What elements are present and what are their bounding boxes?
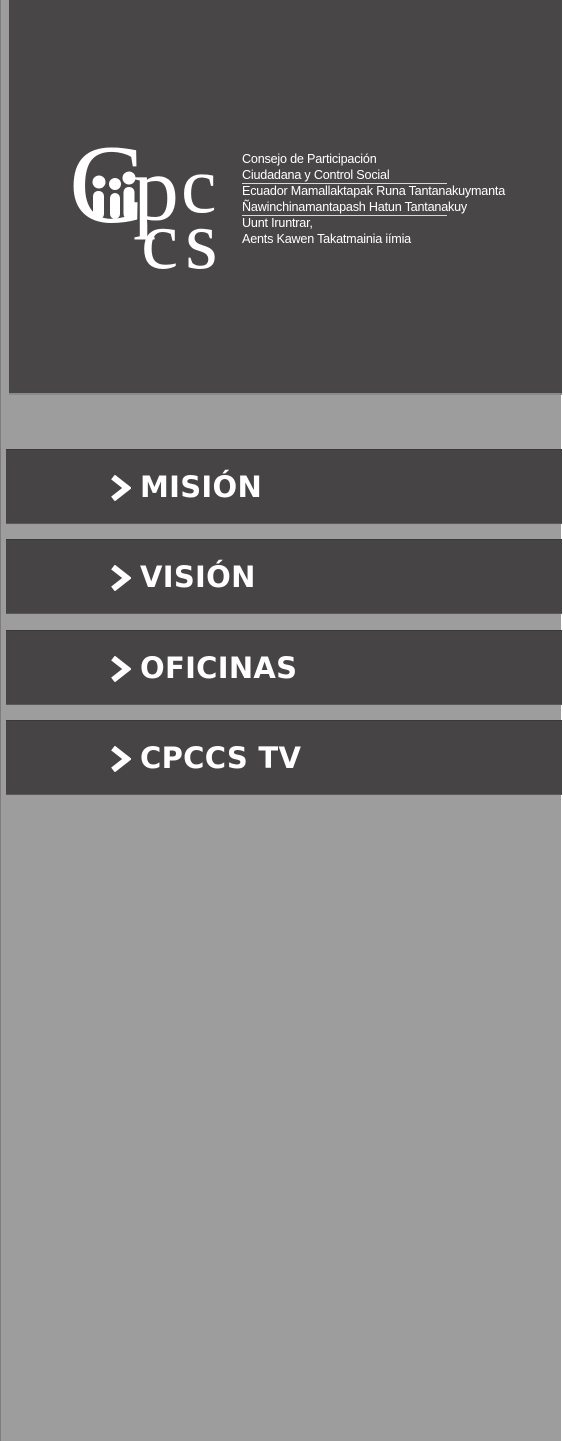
menu-item-label: CPCCS TV (140, 741, 302, 775)
menu-item-label: MISIÓN (140, 470, 263, 504)
menu-item-label: VISIÓN (140, 560, 256, 594)
menu-item-cpccs-tv[interactable]: CPCCS TV (6, 720, 562, 795)
chevron-right-icon (111, 656, 131, 682)
logo-line-4: Ñawinchinamantapash Hatun Tantanakuy (242, 199, 468, 214)
logo-line-6: Aents Kawen Takatmainia iímia (242, 231, 411, 246)
sidebar-panel: C p c c s Consejo de Participación Ciuda… (0, 0, 563, 1441)
logo-line-5: Uunt Iruntrar, (242, 216, 313, 230)
menu-item-oficinas[interactable]: OFICINAS (6, 630, 562, 705)
menu-item-vision[interactable]: VISIÓN (6, 539, 562, 614)
cpccs-logo-mark[interactable]: C p c c s (69, 130, 237, 275)
logo-header: C p c c s Consejo de Participación Ciuda… (9, 0, 562, 395)
logo-line-1: Consejo de Participación (242, 152, 377, 166)
logo-letter-c3: c (141, 194, 178, 275)
people-icon (92, 171, 136, 219)
logo-line-2: Ciudadana y Control Social (242, 167, 390, 182)
menu-item-mision[interactable]: MISIÓN (6, 449, 562, 524)
chevron-right-icon (111, 475, 131, 501)
chevron-right-icon (111, 565, 131, 591)
chevron-right-icon (111, 746, 131, 772)
logo-line-3: Ecuador Mamallaktapak Runa Tantanakuyman… (242, 184, 505, 198)
menu-item-label: OFICINAS (140, 651, 298, 685)
logo-wordmark: Consejo de Participación Ciudadana y Con… (242, 152, 542, 247)
logo-letter-s: s (185, 194, 218, 275)
